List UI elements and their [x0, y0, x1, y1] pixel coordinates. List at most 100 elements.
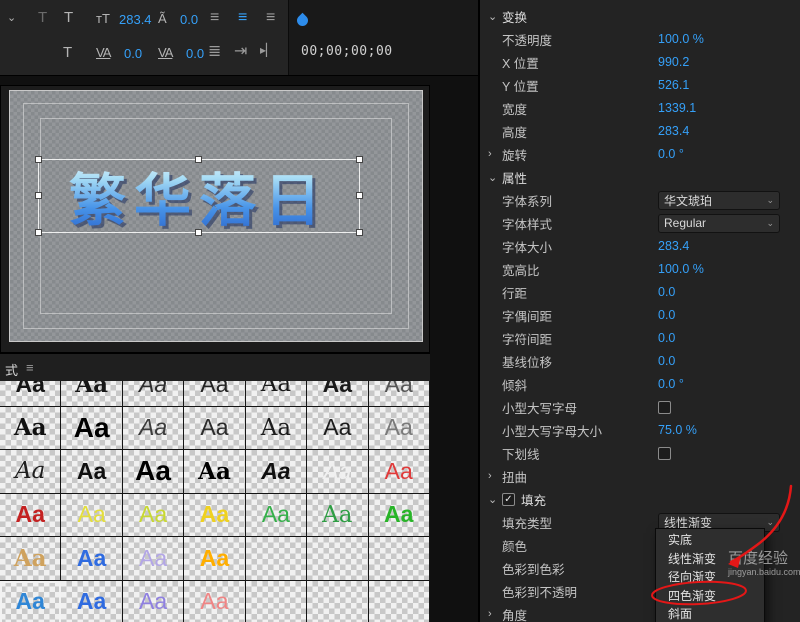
style-swatch[interactable]: Aa [61, 537, 123, 581]
style-swatch[interactable] [307, 580, 369, 622]
timecode-display[interactable]: 00;00;00;00 [301, 44, 393, 59]
style-swatch[interactable] [368, 537, 430, 581]
property-value[interactable]: 0.0 ° [658, 147, 684, 161]
font-size-value[interactable]: 283.4 [119, 13, 152, 26]
style-swatch[interactable]: Aa [245, 381, 308, 407]
align-left-icon[interactable]: ≡ [210, 10, 219, 26]
collapse-chevron-icon[interactable]: ⌄ [488, 493, 502, 506]
style-swatch[interactable]: Aa [368, 406, 430, 450]
checkbox[interactable]: ✓ [502, 492, 515, 506]
text-tool-icon[interactable]: T [38, 10, 47, 25]
property-value[interactable]: 0.0 ° [658, 377, 684, 391]
tracking-value[interactable]: 0.0 [186, 47, 204, 60]
style-swatch[interactable]: Aa [184, 537, 246, 581]
style-swatch[interactable] [307, 537, 369, 581]
property-value[interactable]: 990.2 [658, 55, 689, 69]
chevron-down-icon[interactable]: ⌄ [7, 13, 16, 24]
vertical-type-tool-icon[interactable]: T [63, 45, 72, 60]
indent-icon[interactable]: ⇥ [234, 44, 247, 60]
style-swatch[interactable]: Aa [122, 537, 185, 581]
style-swatch[interactable]: Aa [61, 406, 123, 450]
style-swatch[interactable]: Aa [368, 493, 430, 537]
style-swatch[interactable]: Aa [307, 381, 369, 407]
ink-droplet-icon[interactable] [294, 12, 311, 29]
style-swatch[interactable] [368, 580, 430, 622]
style-swatch[interactable]: Aa [0, 537, 62, 581]
selection-handle[interactable] [356, 156, 363, 163]
expand-chevron-icon[interactable]: › [488, 148, 502, 160]
property-value[interactable]: 100.0 % [658, 32, 704, 46]
kerning-value[interactable]: 0.0 [124, 47, 142, 60]
property-section-row: ⌄ ✓ 填充 [480, 488, 800, 511]
property-value[interactable]: 75.0 % [658, 423, 697, 437]
property-value[interactable]: 283.4 [658, 239, 689, 253]
collapse-chevron-icon[interactable]: ⌄ [488, 10, 502, 23]
style-swatch[interactable]: Aa [0, 381, 62, 407]
style-swatch[interactable]: Aa [0, 450, 62, 494]
selection-handle[interactable] [35, 192, 42, 199]
property-value[interactable]: 526.1 [658, 78, 689, 92]
style-swatch[interactable]: Aa [184, 450, 246, 494]
menu-item[interactable]: 实底 [656, 531, 764, 550]
style-swatch[interactable]: Aa [0, 580, 62, 622]
style-swatch[interactable]: Aa [307, 450, 369, 494]
property-value[interactable]: 100.0 % [658, 262, 704, 276]
style-swatch[interactable]: Aa [122, 493, 185, 537]
type-tool-icon[interactable]: T [64, 10, 73, 25]
property-select[interactable]: 华文琥珀 ⌄ [658, 190, 780, 210]
text-selection-box[interactable]: 繁华落日 [35, 156, 363, 236]
property-label: 小型大写字母 [502, 401, 578, 416]
style-swatch[interactable]: Aa [245, 406, 308, 450]
styles-tab-label[interactable]: 式 [5, 360, 18, 379]
monitor-canvas[interactable]: 繁华落日 [9, 90, 423, 342]
style-swatch[interactable]: Aa [122, 580, 185, 622]
selection-handle[interactable] [356, 192, 363, 199]
style-swatch[interactable]: Aa [122, 381, 185, 407]
checkbox[interactable] [658, 446, 671, 460]
title-text[interactable]: 繁华落日 [69, 155, 329, 237]
style-swatch[interactable] [245, 537, 308, 581]
checkbox[interactable] [658, 400, 671, 414]
style-swatch[interactable]: Aa [184, 406, 246, 450]
leading-value[interactable]: 0.0 [180, 13, 198, 26]
selection-handle[interactable] [356, 229, 363, 236]
collapse-chevron-icon[interactable]: ⌄ [488, 171, 502, 184]
style-swatch[interactable]: Aa [184, 381, 246, 407]
selection-handle[interactable] [35, 229, 42, 236]
property-select[interactable]: Regular ⌄ [658, 213, 780, 233]
style-swatch[interactable]: Aa [61, 450, 123, 494]
style-swatch[interactable]: Aa [0, 406, 62, 450]
menu-item[interactable]: 斜面 [656, 605, 764, 622]
expand-chevron-icon[interactable]: › [488, 608, 502, 620]
property-value[interactable]: 283.4 [658, 124, 689, 138]
property-value[interactable]: 0.0 [658, 331, 675, 345]
property-value[interactable]: 0.0 [658, 354, 675, 368]
expand-chevron-icon[interactable]: › [488, 470, 502, 482]
style-swatch[interactable]: Aa [307, 406, 369, 450]
justify-icon[interactable]: ≣ [208, 44, 221, 60]
style-swatch[interactable]: Aa [368, 381, 430, 407]
style-swatch[interactable]: Aa [61, 580, 123, 622]
style-swatch[interactable]: Aa [61, 493, 123, 537]
style-swatch[interactable]: Aa [307, 493, 369, 537]
property-value[interactable]: 0.0 [658, 308, 675, 322]
style-swatch[interactable]: Aa [122, 406, 185, 450]
property-value[interactable]: 0.0 [658, 285, 675, 299]
property-row: 行距 0.0 [480, 281, 800, 304]
style-swatch[interactable] [245, 580, 308, 622]
style-swatch[interactable]: Aa [184, 580, 246, 622]
style-swatch[interactable]: Aa [122, 450, 185, 494]
style-swatch[interactable]: Aa [245, 493, 308, 537]
align-right-icon[interactable]: ≡ [266, 10, 275, 26]
style-swatch[interactable]: Aa [0, 493, 62, 537]
panel-menu-icon[interactable]: ≡ [26, 360, 34, 375]
style-swatch[interactable]: Aa [184, 493, 246, 537]
style-swatch[interactable]: Aa [245, 450, 308, 494]
align-center-icon[interactable]: ≡ [238, 10, 247, 26]
goto-edit-icon[interactable]: ▸▏ [260, 44, 275, 56]
style-swatch[interactable]: Aa [368, 450, 430, 494]
style-swatch[interactable]: Aa [61, 381, 123, 407]
selection-handle[interactable] [35, 156, 42, 163]
property-value[interactable]: 1339.1 [658, 101, 696, 115]
menu-item-circled[interactable]: 四色渐变 [656, 587, 764, 606]
